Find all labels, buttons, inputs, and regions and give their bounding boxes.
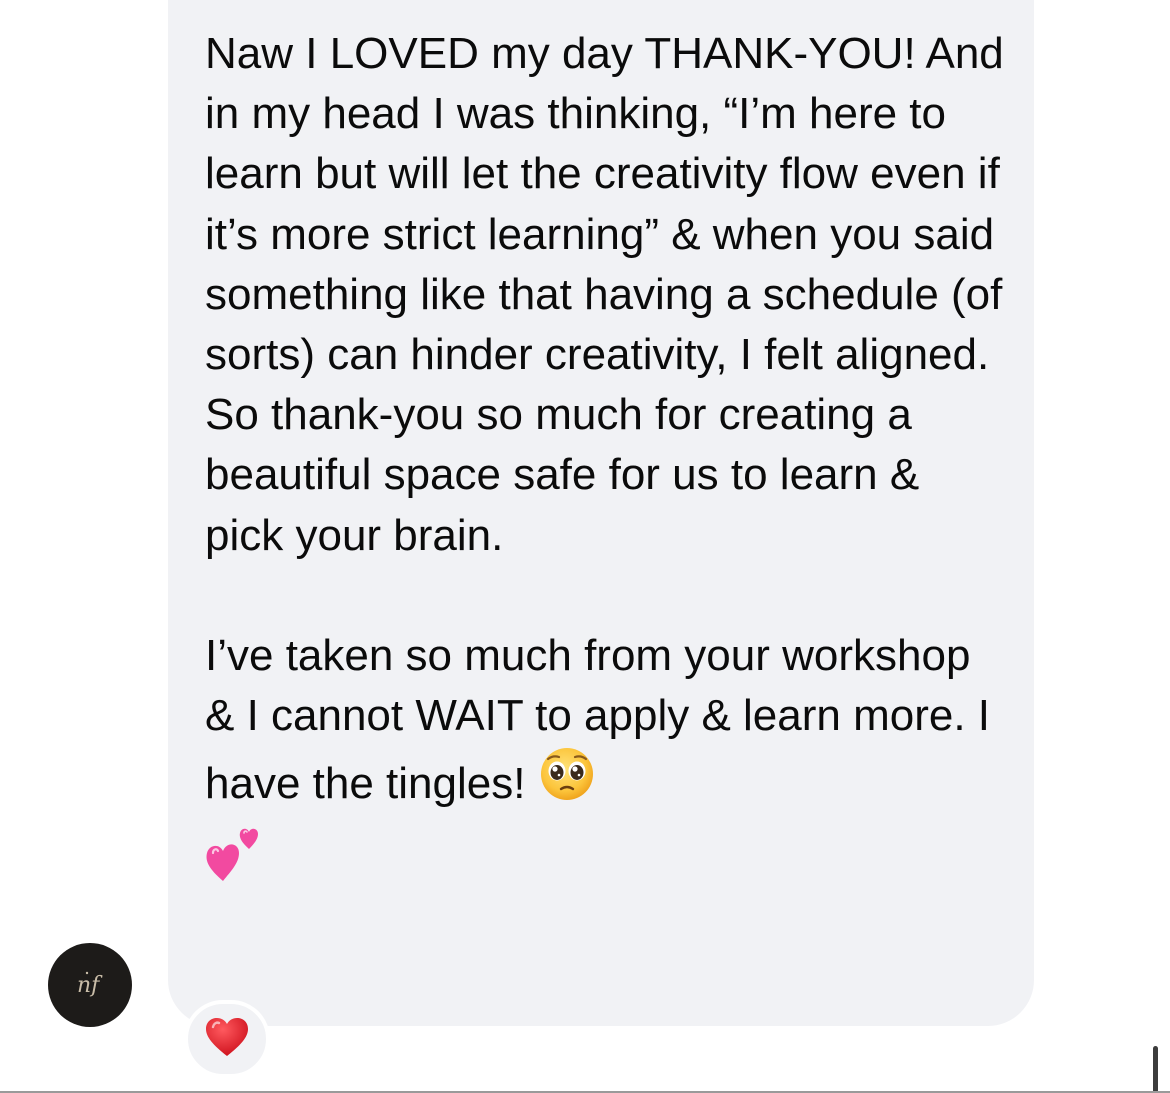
message-paragraph-2-text: I’ve taken so much from your workshop & …: [205, 631, 991, 809]
two-hearts-emoji-icon: [205, 823, 1005, 899]
avatar[interactable]: nf: [48, 943, 132, 1027]
message-paragraph-1: Naw I LOVED my day THANK-YOU! And in my …: [205, 29, 1004, 560]
message-bubble[interactable]: Naw I LOVED my day THANK-YOU! And in my …: [168, 0, 1034, 1026]
svg-text:nf: nf: [77, 973, 103, 998]
red-heart-icon: [205, 1017, 249, 1062]
scrollbar[interactable]: [1153, 1046, 1158, 1093]
message-paragraph-2: I’ve taken so much from your workshop & …: [205, 626, 1005, 819]
nf-monogram-logo-icon: nf: [70, 963, 110, 1008]
heart-reaction[interactable]: [184, 1000, 270, 1078]
pleading-face-emoji-icon: [538, 746, 596, 818]
message-text: Naw I LOVED my day THANK-YOU! And in my …: [205, 24, 1005, 899]
